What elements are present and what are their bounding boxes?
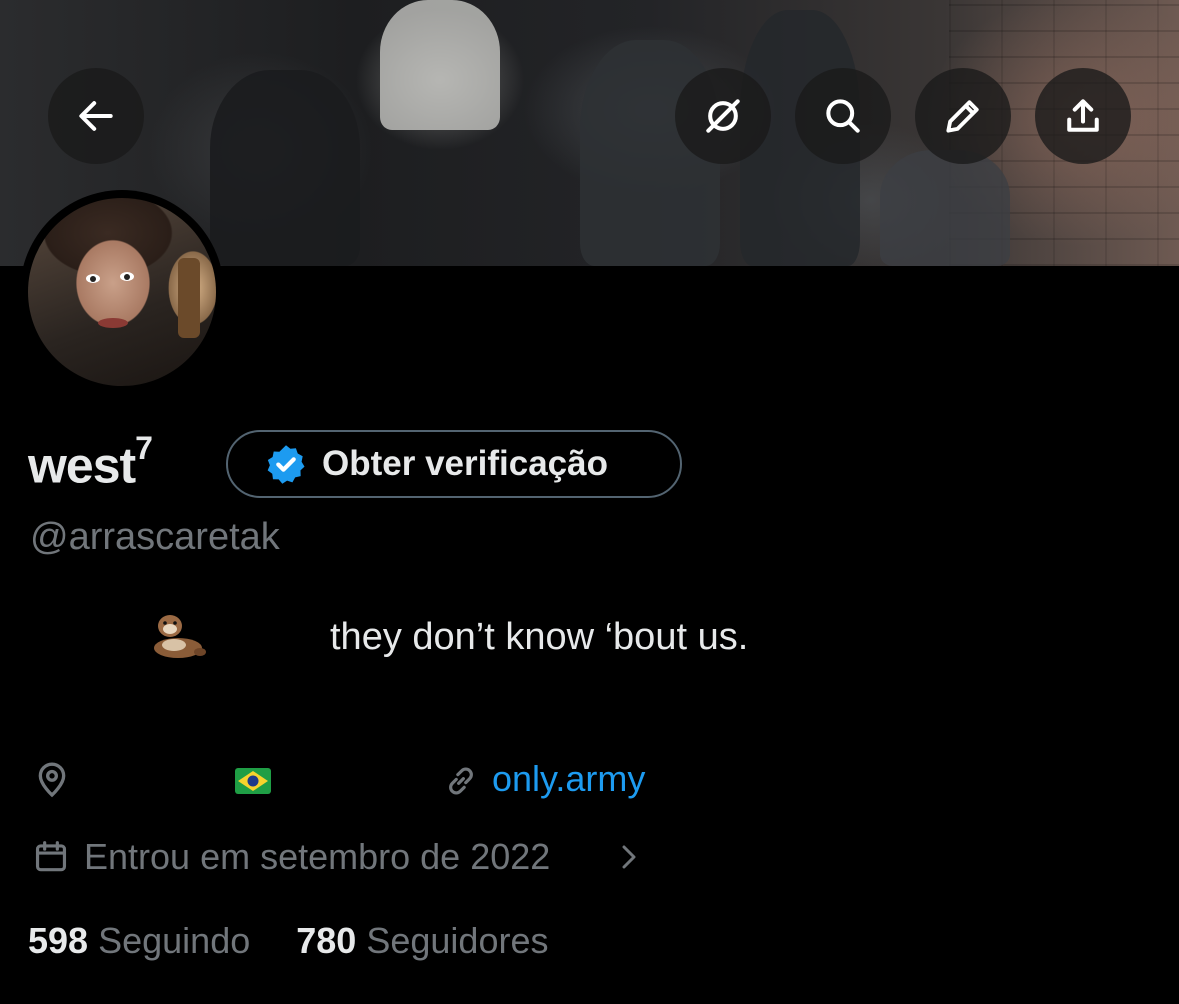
- display-name: west7: [28, 430, 153, 494]
- followers-link[interactable]: 780 Seguidores: [296, 920, 548, 961]
- edit-button[interactable]: [915, 68, 1011, 164]
- avatar-image: [28, 198, 216, 386]
- calendar-icon: [35, 841, 67, 872]
- user-handle: @arrascaretak: [30, 516, 280, 558]
- banner-figure: [210, 70, 360, 266]
- following-count: 598: [28, 920, 89, 961]
- get-verified-label: Obter verificação: [322, 444, 608, 483]
- avatar[interactable]: [20, 190, 224, 394]
- get-verified-button[interactable]: Obter verificação: [226, 430, 682, 498]
- location-pin-icon: [38, 762, 66, 798]
- joined-date[interactable]: Entrou em setembro de 2022: [84, 836, 550, 878]
- following-label: Seguindo: [98, 920, 251, 961]
- chevron-right-icon[interactable]: [618, 842, 640, 872]
- followers-label: Seguidores: [366, 920, 549, 961]
- followers-count: 780: [296, 920, 357, 961]
- banner-figure: [880, 150, 1010, 266]
- banner-figure: [380, 0, 500, 130]
- brazil-flag-icon: [235, 768, 271, 794]
- following-link[interactable]: 598 Seguindo: [28, 920, 250, 961]
- follow-stats: 598 Seguindo 780 Seguidores: [28, 920, 549, 962]
- share-button[interactable]: [1035, 68, 1131, 164]
- slashed-circle-icon: [706, 99, 740, 133]
- otter-emoji-icon: [154, 615, 206, 658]
- search-button[interactable]: [795, 68, 891, 164]
- avatar-eye: [120, 272, 134, 281]
- profile-link[interactable]: only.army: [492, 758, 645, 800]
- back-button[interactable]: [48, 68, 144, 164]
- search-icon: [826, 99, 860, 133]
- bio-text: they don’t know ‘bout us.: [330, 616, 749, 658]
- link-icon: [449, 767, 473, 795]
- verified-badge-icon: [267, 445, 305, 484]
- arrow-left-icon: [79, 101, 113, 131]
- share-icon: [1067, 99, 1099, 132]
- grok-button[interactable]: [675, 68, 771, 164]
- avatar-eye: [86, 274, 100, 283]
- pencil-icon: [946, 100, 979, 133]
